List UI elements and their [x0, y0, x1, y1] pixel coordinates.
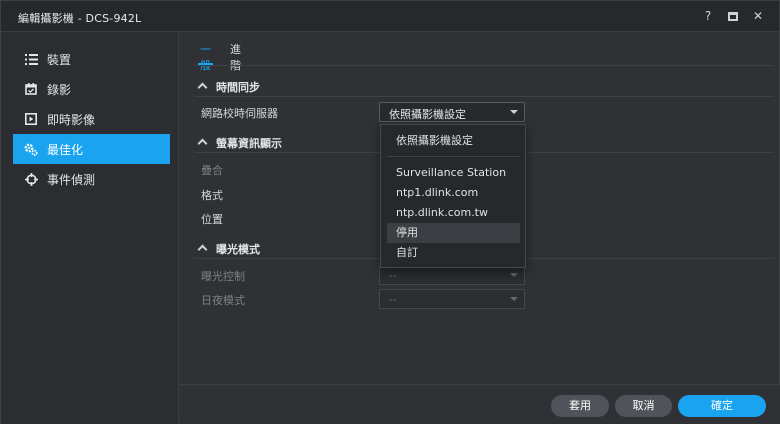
chevron-down-icon [510, 273, 518, 277]
chevron-down-icon [510, 297, 518, 301]
ntp-server-label: 網路校時伺服器 [201, 107, 278, 120]
dropdown-option[interactable]: 依照攝影機設定 [387, 131, 520, 151]
sidebar-item-optimization[interactable]: 最佳化 [13, 134, 170, 164]
section-time-sync[interactable]: 時間同步 [194, 79, 774, 97]
exposure-control-select[interactable]: -- [379, 265, 525, 285]
select-value: -- [389, 293, 397, 306]
sidebar-item-live-view[interactable]: 即時影像 [13, 104, 170, 134]
dropdown-option[interactable]: Surveillance Station [387, 163, 520, 183]
gears-icon [24, 142, 38, 156]
collapse-chevron-icon[interactable] [197, 244, 208, 255]
format-label: 格式 [201, 189, 223, 202]
play-icon [24, 112, 38, 126]
calendar-icon [24, 82, 38, 96]
sidebar-item-label: 最佳化 [47, 142, 84, 157]
window-title: 編輯攝影機 - DCS-942L [18, 12, 142, 25]
close-icon[interactable]: ✕ [751, 8, 765, 24]
tab-divider [194, 65, 774, 66]
apply-button[interactable]: 套用 [551, 395, 609, 417]
sidebar-item-recording[interactable]: 錄影 [13, 74, 170, 104]
dropdown-option-hovered[interactable]: 停用 [387, 223, 520, 243]
day-night-label: 日夜模式 [201, 294, 245, 307]
select-value: 依照攝影機設定 [389, 108, 466, 121]
chevron-down-icon [510, 110, 518, 114]
exposure-control-label: 曝光控制 [201, 270, 245, 283]
sidebar-item-device[interactable]: 裝置 [13, 44, 170, 74]
tab-general[interactable]: 一般 [198, 41, 213, 72]
ntp-server-dropdown: 依照攝影機設定 Surveillance Station ntp1.dlink.… [380, 124, 526, 268]
maximize-icon[interactable] [728, 12, 738, 21]
section-title: 螢幕資訊顯示 [216, 137, 282, 150]
edit-camera-dialog: 編輯攝影機 - DCS-942L ? ✕ 裝置 錄影 即時影像 最佳化 事件偵測… [0, 0, 780, 424]
question-icon[interactable]: ? [701, 8, 715, 24]
day-night-select[interactable]: -- [379, 289, 525, 309]
cancel-button[interactable]: 取消 [615, 395, 672, 417]
sidebar-item-label: 事件偵測 [47, 172, 96, 187]
dropdown-option[interactable]: ntp1.dlink.com [387, 183, 520, 203]
collapse-chevron-icon[interactable] [197, 138, 208, 149]
crosshair-icon [24, 172, 38, 186]
sidebar-item-label: 裝置 [47, 52, 72, 67]
list-icon [24, 52, 38, 66]
overlay-label: 疊合 [201, 164, 223, 177]
ok-button[interactable]: 確定 [678, 395, 766, 417]
sidebar-item-label: 即時影像 [47, 112, 96, 127]
sidebar: 裝置 錄影 即時影像 最佳化 事件偵測 [1, 32, 179, 424]
dropdown-separator [387, 156, 520, 157]
collapse-chevron-icon[interactable] [197, 82, 208, 93]
select-value: -- [389, 269, 397, 282]
dropdown-option[interactable]: ntp.dlink.com.tw [387, 203, 520, 223]
ntp-server-select[interactable]: 依照攝影機設定 [379, 102, 525, 122]
sidebar-item-event-detection[interactable]: 事件偵測 [13, 164, 170, 194]
section-title: 時間同步 [216, 81, 260, 94]
tab-advanced[interactable]: 進階 [230, 41, 241, 72]
section-title: 曝光模式 [216, 243, 260, 256]
position-label: 位置 [201, 213, 223, 226]
title-bar: 編輯攝影機 - DCS-942L ? ✕ [1, 1, 779, 32]
sidebar-item-label: 錄影 [47, 82, 72, 97]
dropdown-option[interactable]: 自訂 [387, 243, 520, 263]
